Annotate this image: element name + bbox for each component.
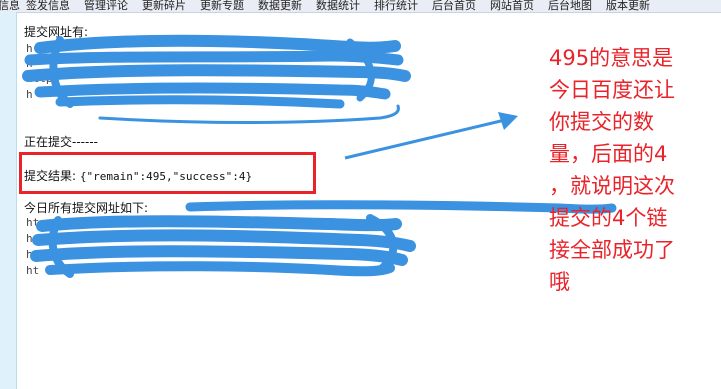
annotation-line-4: 量，后面的4 <box>549 142 668 166</box>
annotation-line-6: 提交的4个链 <box>549 206 668 230</box>
annotation-line-5: ，就说明这次 <box>549 174 675 198</box>
scribble-bottom <box>30 200 617 278</box>
annotation-line-1: 495的意思是 <box>549 46 674 70</box>
annotation-line-2: 今日百度还让 <box>549 78 675 102</box>
annotation-note: 495的意思是 今日百度还让 你提交的数 量，后面的4 ，就说明这次 提交的4个… <box>549 42 719 298</box>
annotation-line-3: 你提交的数 <box>549 110 654 134</box>
annotation-line-7: 接全部成功了 <box>549 238 675 262</box>
annotation-line-8: 哦 <box>549 270 570 294</box>
scribble-top <box>22 34 411 124</box>
